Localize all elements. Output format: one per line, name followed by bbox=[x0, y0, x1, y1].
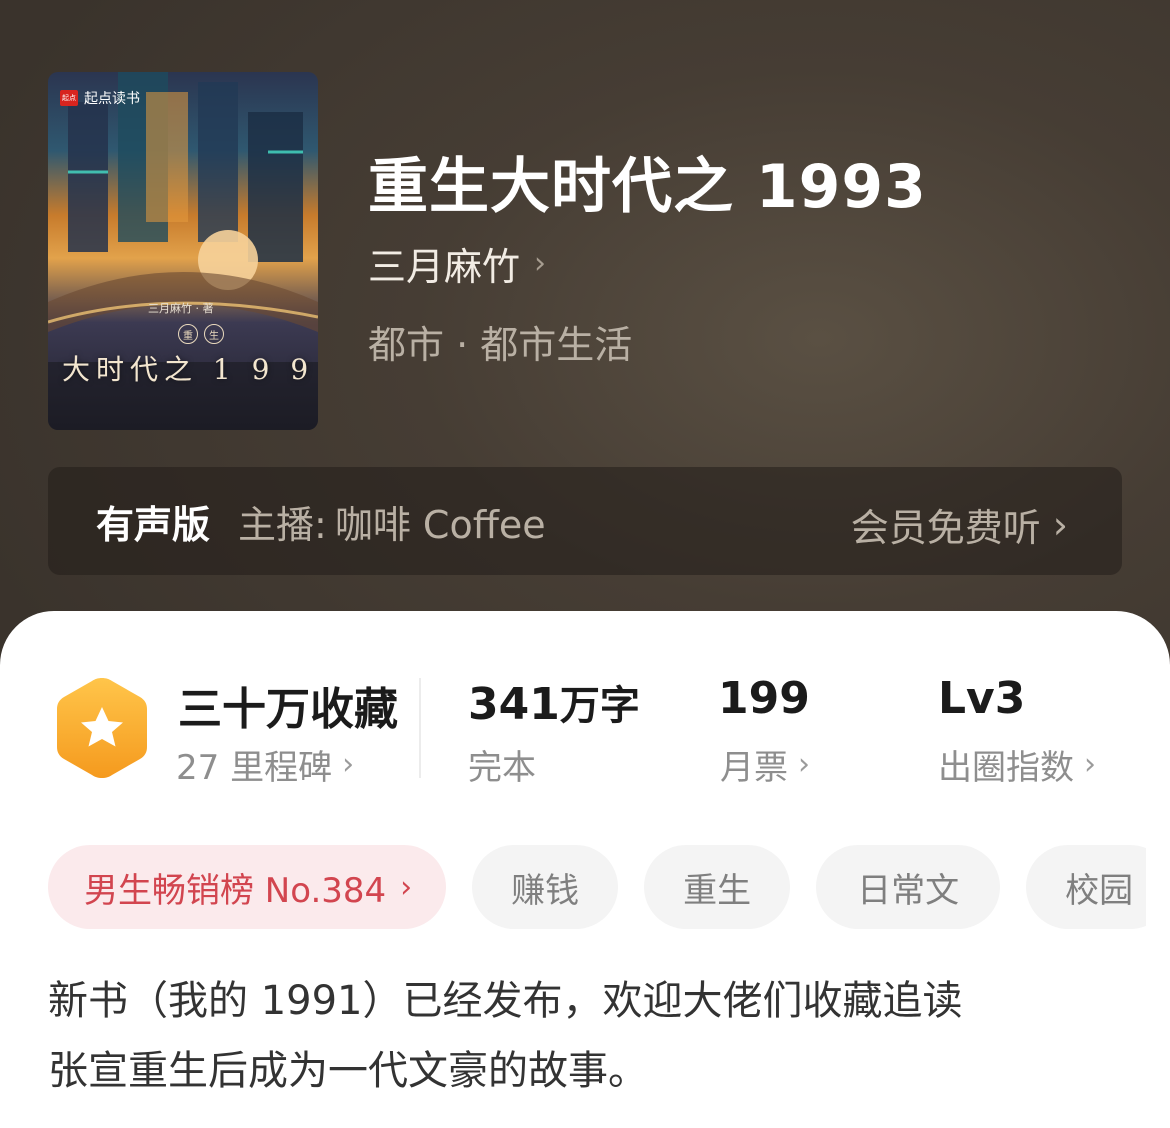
cover-seal: 重 生 bbox=[178, 324, 224, 344]
book-status-label: 完本 bbox=[468, 748, 536, 788]
description-line: 新书（我的 1991）已经发布，欢迎大佬们收藏追读 bbox=[48, 978, 963, 1024]
author-name: 三月麻竹 bbox=[368, 245, 521, 289]
audio-host-label: 主播: bbox=[238, 502, 327, 547]
tag-list: 男生畅销榜 No.384 › 赚钱 重生 日常文 校园 bbox=[48, 845, 1170, 929]
tag-item[interactable]: 赚钱 bbox=[472, 845, 619, 929]
tag-list-edge bbox=[1146, 845, 1170, 929]
audio-host-name: 咖啡 Coffee bbox=[334, 502, 546, 547]
word-count-value: 341 bbox=[468, 679, 560, 730]
cover-seal-char-1: 重 bbox=[178, 324, 198, 344]
author-link[interactable]: 三月麻竹 › bbox=[368, 236, 546, 291]
monthly-votes-count: 199 bbox=[718, 673, 810, 724]
word-count: 341万字 bbox=[468, 673, 640, 731]
chevron-right-icon: › bbox=[342, 747, 355, 782]
monthly-votes-link[interactable]: 月票 › bbox=[720, 740, 810, 789]
star-badge-icon[interactable] bbox=[54, 675, 150, 781]
chevron-right-icon: › bbox=[534, 246, 547, 281]
ranking-tag-label: 男生畅销榜 No.384 bbox=[84, 870, 387, 911]
word-count-unit: 万字 bbox=[559, 683, 640, 729]
chevron-right-icon: › bbox=[1052, 502, 1068, 547]
publisher-logo-icon: 起点 bbox=[60, 90, 78, 106]
book-category: 都市 · 都市生活 bbox=[368, 323, 633, 367]
popularity-level: Lv3 bbox=[938, 673, 1026, 724]
description-line: 张宣重生后成为一代文豪的故事。 bbox=[48, 1048, 648, 1094]
milestones-link[interactable]: 27 里程碑 › bbox=[176, 740, 354, 789]
member-free-listen-button[interactable]: 会员免费听 › bbox=[851, 497, 1068, 552]
chevron-right-icon: › bbox=[798, 747, 810, 782]
ranking-tag[interactable]: 男生畅销榜 No.384 › bbox=[48, 845, 447, 929]
book-detail-page: 起点 起点读书 三月麻竹 · 著 重 生 大时代之 1 9 9 3 重生大时代之… bbox=[0, 0, 1170, 1128]
cover-publisher: 起点 起点读书 bbox=[60, 88, 140, 108]
book-description[interactable]: 新书（我的 1991）已经发布，欢迎大佬们收藏追读 张宣重生后成为一代文豪的故事… bbox=[48, 966, 1128, 1106]
audio-version-bar[interactable]: 有声版 主播: 咖啡 Coffee 会员免费听 › bbox=[48, 467, 1122, 575]
popularity-index-link[interactable]: 出圈指数 › bbox=[938, 740, 1096, 789]
popularity-index-label: 出圈指数 bbox=[938, 748, 1074, 788]
audio-version-label: 有声版 bbox=[96, 502, 211, 547]
tag-item[interactable]: 重生 bbox=[644, 845, 791, 929]
cover-seal-char-2: 生 bbox=[204, 324, 224, 344]
chevron-right-icon: › bbox=[1084, 747, 1096, 782]
monthly-votes-label: 月票 bbox=[720, 748, 788, 788]
tag-item[interactable]: 日常文 bbox=[816, 845, 1001, 929]
chevron-right-icon: › bbox=[400, 869, 413, 905]
favorites-count: 三十万收藏 bbox=[178, 684, 398, 735]
book-title: 重生大时代之 1993 bbox=[368, 152, 927, 222]
cover-title: 大时代之 1 9 9 3 bbox=[62, 353, 318, 386]
cover-publisher-name: 起点读书 bbox=[84, 91, 140, 107]
stats-divider bbox=[419, 678, 421, 778]
milestones-label: 27 里程碑 bbox=[176, 748, 333, 788]
member-free-listen-label: 会员免费听 bbox=[850, 506, 1041, 550]
cover-author: 三月麻竹 · 著 bbox=[148, 302, 214, 315]
book-status: 完本 bbox=[468, 740, 536, 789]
book-cover[interactable]: 起点 起点读书 三月麻竹 · 著 重 生 大时代之 1 9 9 3 bbox=[48, 72, 318, 430]
